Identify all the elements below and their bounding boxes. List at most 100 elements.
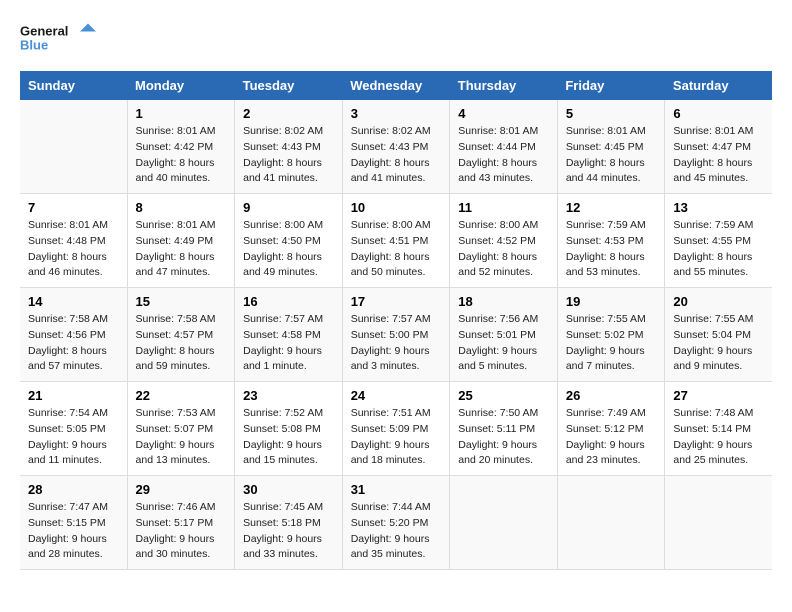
day-number: 28 bbox=[28, 482, 119, 497]
calendar-cell: 19 Sunrise: 7:55 AM Sunset: 5:02 PM Dayli… bbox=[557, 288, 665, 382]
calendar-cell: 30 Sunrise: 7:45 AM Sunset: 5:18 PM Dayli… bbox=[235, 476, 343, 570]
calendar-cell: 7 Sunrise: 8:01 AM Sunset: 4:48 PM Daylig… bbox=[20, 194, 127, 288]
week-row-1: 1 Sunrise: 8:01 AM Sunset: 4:42 PM Daylig… bbox=[20, 100, 772, 194]
day-info: Sunrise: 7:53 AM Sunset: 5:07 PM Dayligh… bbox=[136, 406, 227, 469]
week-row-4: 21 Sunrise: 7:54 AM Sunset: 5:05 PM Dayli… bbox=[20, 382, 772, 476]
day-info: Sunrise: 8:01 AM Sunset: 4:48 PM Dayligh… bbox=[28, 218, 119, 281]
svg-text:General: General bbox=[20, 24, 68, 39]
week-row-3: 14 Sunrise: 7:58 AM Sunset: 4:56 PM Dayli… bbox=[20, 288, 772, 382]
day-info: Sunrise: 8:01 AM Sunset: 4:45 PM Dayligh… bbox=[566, 124, 657, 187]
header-cell-thursday: Thursday bbox=[450, 71, 558, 100]
day-number: 14 bbox=[28, 294, 119, 309]
header-cell-monday: Monday bbox=[127, 71, 235, 100]
calendar-cell: 22Sunrise: 7:53 AM Sunset: 5:07 PM Dayli… bbox=[127, 382, 235, 476]
day-info: Sunrise: 7:59 AM Sunset: 4:55 PM Dayligh… bbox=[673, 218, 764, 281]
header-cell-saturday: Saturday bbox=[665, 71, 772, 100]
day-info: Sunrise: 7:58 AM Sunset: 4:57 PM Dayligh… bbox=[136, 312, 227, 375]
header-cell-wednesday: Wednesday bbox=[342, 71, 450, 100]
day-info: Sunrise: 7:44 AM Sunset: 5:20 PM Dayligh… bbox=[351, 500, 442, 563]
header-cell-friday: Friday bbox=[557, 71, 665, 100]
calendar-table: SundayMondayTuesdayWednesdayThursdayFrid… bbox=[20, 71, 772, 570]
calendar-cell: 23 Sunrise: 7:52 AM Sunset: 5:08 PM Dayli… bbox=[235, 382, 343, 476]
day-info: Sunrise: 8:01 AM Sunset: 4:49 PM Dayligh… bbox=[136, 218, 227, 281]
calendar-cell: 12Sunrise: 7:59 AM Sunset: 4:53 PM Dayli… bbox=[557, 194, 665, 288]
calendar-cell: 1 Sunrise: 8:01 AM Sunset: 4:42 PM Daylig… bbox=[127, 100, 235, 194]
day-info: Sunrise: 8:01 AM Sunset: 4:44 PM Dayligh… bbox=[458, 124, 549, 187]
day-number: 26 bbox=[566, 388, 657, 403]
day-number: 7 bbox=[28, 200, 119, 215]
calendar-cell: 17 Sunrise: 7:57 AM Sunset: 5:00 PM Dayli… bbox=[342, 288, 450, 382]
logo: General Blue bbox=[20, 20, 100, 55]
day-info: Sunrise: 8:01 AM Sunset: 4:42 PM Dayligh… bbox=[136, 124, 227, 187]
calendar-cell: 25 Sunrise: 7:50 AM Sunset: 5:11 PM Dayli… bbox=[450, 382, 558, 476]
day-number: 30 bbox=[243, 482, 334, 497]
calendar-cell bbox=[20, 100, 127, 194]
day-number: 25 bbox=[458, 388, 549, 403]
day-number: 19 bbox=[566, 294, 657, 309]
day-number: 29 bbox=[136, 482, 227, 497]
day-info: Sunrise: 7:46 AM Sunset: 5:17 PM Dayligh… bbox=[136, 500, 227, 563]
calendar-cell: 11 Sunrise: 8:00 AM Sunset: 4:52 PM Dayli… bbox=[450, 194, 558, 288]
day-number: 1 bbox=[136, 106, 227, 121]
calendar-cell: 28 Sunrise: 7:47 AM Sunset: 5:15 PM Dayli… bbox=[20, 476, 127, 570]
calendar-cell: 15 Sunrise: 7:58 AM Sunset: 4:57 PM Dayli… bbox=[127, 288, 235, 382]
day-info: Sunrise: 7:45 AM Sunset: 5:18 PM Dayligh… bbox=[243, 500, 334, 563]
day-info: Sunrise: 7:57 AM Sunset: 5:00 PM Dayligh… bbox=[351, 312, 442, 375]
day-info: Sunrise: 8:01 AM Sunset: 4:47 PM Dayligh… bbox=[673, 124, 764, 187]
day-info: Sunrise: 8:02 AM Sunset: 4:43 PM Dayligh… bbox=[351, 124, 442, 187]
day-info: Sunrise: 8:02 AM Sunset: 4:43 PM Dayligh… bbox=[243, 124, 334, 187]
logo-icon: General Blue bbox=[20, 20, 100, 55]
day-number: 9 bbox=[243, 200, 334, 215]
calendar-cell: 3 Sunrise: 8:02 AM Sunset: 4:43 PM Daylig… bbox=[342, 100, 450, 194]
day-number: 12 bbox=[566, 200, 657, 215]
day-number: 21 bbox=[28, 388, 119, 403]
day-number: 13 bbox=[673, 200, 764, 215]
calendar-cell: 27Sunrise: 7:48 AM Sunset: 5:14 PM Dayli… bbox=[665, 382, 772, 476]
day-info: Sunrise: 8:00 AM Sunset: 4:52 PM Dayligh… bbox=[458, 218, 549, 281]
day-info: Sunrise: 7:50 AM Sunset: 5:11 PM Dayligh… bbox=[458, 406, 549, 469]
calendar-cell: 14 Sunrise: 7:58 AM Sunset: 4:56 PM Dayli… bbox=[20, 288, 127, 382]
day-info: Sunrise: 7:55 AM Sunset: 5:02 PM Dayligh… bbox=[566, 312, 657, 375]
week-row-5: 28 Sunrise: 7:47 AM Sunset: 5:15 PM Dayli… bbox=[20, 476, 772, 570]
day-number: 2 bbox=[243, 106, 334, 121]
header: General Blue bbox=[20, 20, 772, 55]
day-number: 23 bbox=[243, 388, 334, 403]
day-number: 17 bbox=[351, 294, 442, 309]
calendar-cell: 26 Sunrise: 7:49 AM Sunset: 5:12 PM Dayli… bbox=[557, 382, 665, 476]
calendar-cell: 21 Sunrise: 7:54 AM Sunset: 5:05 PM Dayli… bbox=[20, 382, 127, 476]
calendar-cell: 18Sunrise: 7:56 AM Sunset: 5:01 PM Dayli… bbox=[450, 288, 558, 382]
header-cell-sunday: Sunday bbox=[20, 71, 127, 100]
day-number: 11 bbox=[458, 200, 549, 215]
calendar-cell: 4 Sunrise: 8:01 AM Sunset: 4:44 PM Daylig… bbox=[450, 100, 558, 194]
header-row: SundayMondayTuesdayWednesdayThursdayFrid… bbox=[20, 71, 772, 100]
calendar-cell: 29 Sunrise: 7:46 AM Sunset: 5:17 PM Dayli… bbox=[127, 476, 235, 570]
day-info: Sunrise: 7:49 AM Sunset: 5:12 PM Dayligh… bbox=[566, 406, 657, 469]
day-info: Sunrise: 7:58 AM Sunset: 4:56 PM Dayligh… bbox=[28, 312, 119, 375]
day-info: Sunrise: 8:00 AM Sunset: 4:50 PM Dayligh… bbox=[243, 218, 334, 281]
day-number: 6 bbox=[673, 106, 764, 121]
day-info: Sunrise: 7:54 AM Sunset: 5:05 PM Dayligh… bbox=[28, 406, 119, 469]
day-number: 16 bbox=[243, 294, 334, 309]
header-cell-tuesday: Tuesday bbox=[235, 71, 343, 100]
day-info: Sunrise: 7:57 AM Sunset: 4:58 PM Dayligh… bbox=[243, 312, 334, 375]
day-number: 3 bbox=[351, 106, 442, 121]
calendar-cell: 8 Sunrise: 8:01 AM Sunset: 4:49 PM Daylig… bbox=[127, 194, 235, 288]
calendar-cell bbox=[665, 476, 772, 570]
calendar-cell bbox=[450, 476, 558, 570]
day-number: 4 bbox=[458, 106, 549, 121]
day-info: Sunrise: 7:52 AM Sunset: 5:08 PM Dayligh… bbox=[243, 406, 334, 469]
day-info: Sunrise: 7:55 AM Sunset: 5:04 PM Dayligh… bbox=[673, 312, 764, 375]
calendar-cell bbox=[557, 476, 665, 570]
calendar-cell: 9 Sunrise: 8:00 AM Sunset: 4:50 PM Daylig… bbox=[235, 194, 343, 288]
day-number: 15 bbox=[136, 294, 227, 309]
day-info: Sunrise: 7:56 AM Sunset: 5:01 PM Dayligh… bbox=[458, 312, 549, 375]
week-row-2: 7 Sunrise: 8:01 AM Sunset: 4:48 PM Daylig… bbox=[20, 194, 772, 288]
day-info: Sunrise: 7:47 AM Sunset: 5:15 PM Dayligh… bbox=[28, 500, 119, 563]
svg-text:Blue: Blue bbox=[20, 38, 48, 53]
day-number: 20 bbox=[673, 294, 764, 309]
day-number: 10 bbox=[351, 200, 442, 215]
calendar-cell: 20 Sunrise: 7:55 AM Sunset: 5:04 PM Dayli… bbox=[665, 288, 772, 382]
day-number: 5 bbox=[566, 106, 657, 121]
day-number: 27 bbox=[673, 388, 764, 403]
day-number: 8 bbox=[136, 200, 227, 215]
